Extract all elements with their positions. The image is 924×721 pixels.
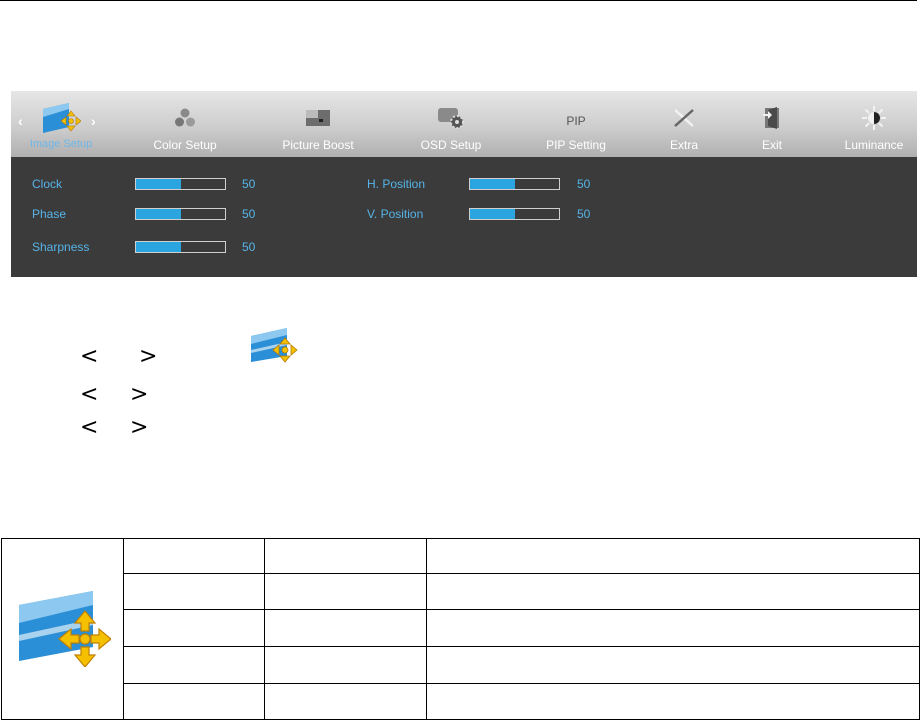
color-setup-icon xyxy=(173,105,197,131)
slider-fill xyxy=(136,209,181,219)
tab-label: Exit xyxy=(761,138,782,152)
tab-label: Picture Boost xyxy=(282,138,354,152)
table-cell xyxy=(426,538,920,574)
pip-icon: PIP xyxy=(566,108,585,134)
clock-label: Clock xyxy=(32,177,63,191)
h-position-slider[interactable] xyxy=(469,178,560,190)
clock-slider[interactable] xyxy=(135,178,226,190)
tab-color-setup[interactable]: Color Setup xyxy=(135,91,235,157)
table-row xyxy=(2,573,920,610)
image-setup-icon xyxy=(41,103,81,133)
slider-fill xyxy=(470,179,515,189)
v-position-slider[interactable] xyxy=(469,208,560,220)
tab-osd-setup[interactable]: OSD Setup xyxy=(401,91,501,157)
tab-label: Luminance xyxy=(844,138,904,152)
phase-slider[interactable] xyxy=(135,208,226,220)
luminance-sun-icon xyxy=(861,105,887,131)
table-cell xyxy=(426,573,920,610)
table-cell xyxy=(123,609,265,647)
exit-door-icon xyxy=(762,105,782,131)
tab-exit[interactable]: Exit xyxy=(722,91,822,157)
tab-image-setup[interactable]: Image Setup xyxy=(11,91,111,157)
slider-fill xyxy=(136,242,181,252)
extra-tools-icon xyxy=(672,105,696,131)
table-row xyxy=(2,609,920,647)
osd-setup-icon xyxy=(436,105,466,131)
tab-picture-boost[interactable]: Picture Boost xyxy=(268,91,368,157)
right-arrow-glyph: > xyxy=(139,344,158,369)
tab-label: OSD Setup xyxy=(420,138,482,152)
table-cell xyxy=(264,609,427,647)
h-position-value: 50 xyxy=(577,177,591,191)
table-cell xyxy=(123,573,265,610)
table-row xyxy=(2,646,920,684)
table-cell xyxy=(123,538,265,574)
table-cell xyxy=(426,609,920,647)
sharpness-value: 50 xyxy=(242,240,256,254)
tab-label: Color Setup xyxy=(153,138,217,152)
phase-value: 50 xyxy=(242,207,256,221)
tab-pip-setting[interactable]: PIP PIP Setting xyxy=(526,91,626,157)
table-icon-cell xyxy=(1,538,124,720)
table-cell xyxy=(264,646,427,684)
right-arrow-glyph: > xyxy=(130,415,149,440)
table-row xyxy=(2,683,920,720)
left-arrow-glyph: < xyxy=(80,344,99,369)
tab-label: PIP Setting xyxy=(546,138,606,152)
clock-value: 50 xyxy=(242,177,256,191)
table-cell xyxy=(426,646,920,684)
tab-label: Image Setup xyxy=(29,138,93,150)
image-setup-icon xyxy=(15,587,112,672)
table-cell xyxy=(426,683,920,720)
sharpness-slider[interactable] xyxy=(135,241,226,253)
header-rule xyxy=(0,0,917,1)
osd-tab-bar: ‹ › Image Setup Color Setup Picture Boos… xyxy=(11,91,917,157)
tab-luminance[interactable]: Luminance xyxy=(834,91,914,157)
v-position-value: 50 xyxy=(577,207,591,221)
sharpness-label: Sharpness xyxy=(32,240,90,254)
h-position-label: H. Position xyxy=(367,177,426,191)
picture-boost-icon xyxy=(305,105,331,131)
slider-fill xyxy=(470,209,515,219)
left-arrow-glyph: < xyxy=(80,382,99,407)
left-arrow-glyph: < xyxy=(80,415,99,440)
table-cell xyxy=(264,573,427,610)
slider-fill xyxy=(136,179,181,189)
function-table xyxy=(1,538,920,720)
table-cell xyxy=(264,538,427,574)
phase-label: Phase xyxy=(32,207,67,221)
right-arrow-glyph: > xyxy=(130,382,149,407)
table-row xyxy=(1,538,920,720)
pip-icon-text: PIP xyxy=(566,114,586,128)
image-setup-icon xyxy=(249,326,299,369)
table-cell xyxy=(123,683,265,720)
osd-menu-panel: ‹ › Image Setup Color Setup Picture Boos… xyxy=(11,91,917,277)
tab-label: Extra xyxy=(669,138,698,152)
table-cell xyxy=(264,683,427,720)
tab-extra[interactable]: Extra xyxy=(634,91,734,157)
v-position-label: V. Position xyxy=(367,207,424,221)
table-cell xyxy=(123,646,265,684)
